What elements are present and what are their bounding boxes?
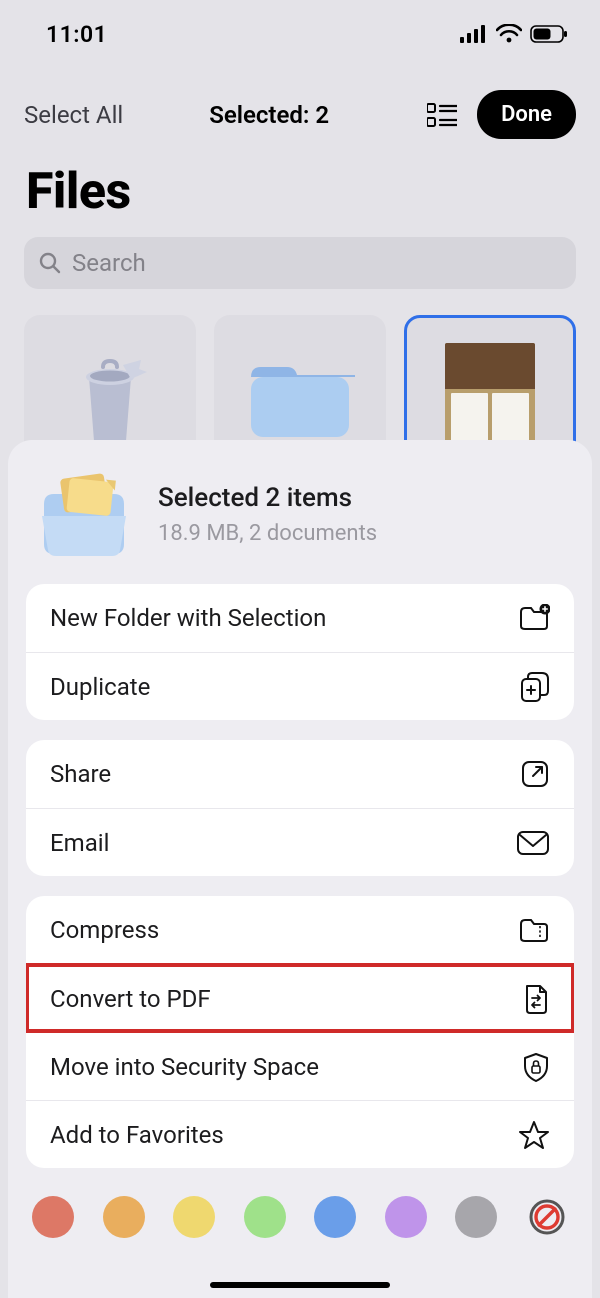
star-icon — [518, 1120, 550, 1150]
search-input[interactable] — [72, 249, 562, 277]
wifi-icon — [496, 24, 522, 44]
add-favorites-action[interactable]: Add to Favorites — [26, 1100, 574, 1168]
trash-icon — [71, 359, 149, 447]
shield-lock-icon — [522, 1051, 550, 1083]
action-label: Move into Security Space — [50, 1053, 319, 1081]
sheet-title: Selected 2 items — [158, 483, 377, 513]
duplicate-icon — [520, 671, 550, 703]
duplicate-action[interactable]: Duplicate — [26, 652, 574, 720]
selection-count: Selected: 2 — [123, 101, 415, 129]
envelope-icon — [516, 830, 550, 856]
selection-toolbar: Select All Selected: 2 Done — [0, 60, 600, 145]
action-label: Share — [50, 760, 111, 788]
tag-green[interactable] — [244, 1196, 286, 1238]
page-title: Files — [0, 145, 600, 229]
tag-gray[interactable] — [455, 1196, 497, 1238]
action-label: Add to Favorites — [50, 1121, 224, 1149]
action-group-1: New Folder with Selection Duplicate — [26, 584, 574, 720]
status-bar: 11:01 — [0, 0, 600, 60]
convert-pdf-action[interactable]: Convert to PDF — [26, 964, 574, 1032]
folder-plus-icon — [518, 604, 550, 632]
selection-folder-icon — [34, 470, 134, 558]
tag-red[interactable] — [32, 1196, 74, 1238]
done-button[interactable]: Done — [477, 90, 576, 139]
action-label: Email — [50, 829, 109, 857]
battery-icon — [530, 25, 568, 43]
action-label: New Folder with Selection — [50, 604, 326, 632]
tag-blue[interactable] — [314, 1196, 356, 1238]
search-icon — [38, 251, 62, 275]
folder-icon — [245, 361, 355, 445]
view-toggle-button[interactable] — [423, 96, 461, 134]
email-action[interactable]: Email — [26, 808, 574, 876]
new-folder-action[interactable]: New Folder with Selection — [26, 584, 574, 652]
no-tag-icon — [527, 1197, 567, 1237]
sheet-subtitle: 18.9 MB, 2 documents — [158, 521, 377, 546]
tag-purple[interactable] — [385, 1196, 427, 1238]
status-indicators — [460, 24, 568, 44]
share-icon — [520, 759, 550, 789]
search-field[interactable] — [24, 237, 576, 289]
action-label: Convert to PDF — [50, 985, 211, 1013]
action-sheet: Selected 2 items 18.9 MB, 2 documents Ne… — [8, 440, 592, 1298]
home-indicator[interactable] — [210, 1282, 390, 1288]
compress-action[interactable]: Compress — [26, 896, 574, 964]
action-label: Duplicate — [50, 673, 150, 701]
move-security-action[interactable]: Move into Security Space — [26, 1032, 574, 1100]
status-time: 11:01 — [46, 21, 107, 48]
convert-file-icon — [522, 983, 550, 1015]
list-view-icon — [427, 103, 457, 127]
share-action[interactable]: Share — [26, 740, 574, 808]
tag-yellow[interactable] — [173, 1196, 215, 1238]
archive-icon — [518, 916, 550, 944]
select-all-button[interactable]: Select All — [24, 101, 123, 129]
action-group-3: Compress Convert to PDF Move into Securi… — [26, 896, 574, 1168]
tag-none[interactable] — [526, 1196, 568, 1238]
cellular-icon — [460, 25, 488, 43]
sheet-header: Selected 2 items 18.9 MB, 2 documents — [26, 458, 574, 584]
color-tag-row — [26, 1188, 574, 1238]
action-label: Compress — [50, 916, 159, 944]
action-group-2: Share Email — [26, 740, 574, 876]
tag-orange[interactable] — [103, 1196, 145, 1238]
